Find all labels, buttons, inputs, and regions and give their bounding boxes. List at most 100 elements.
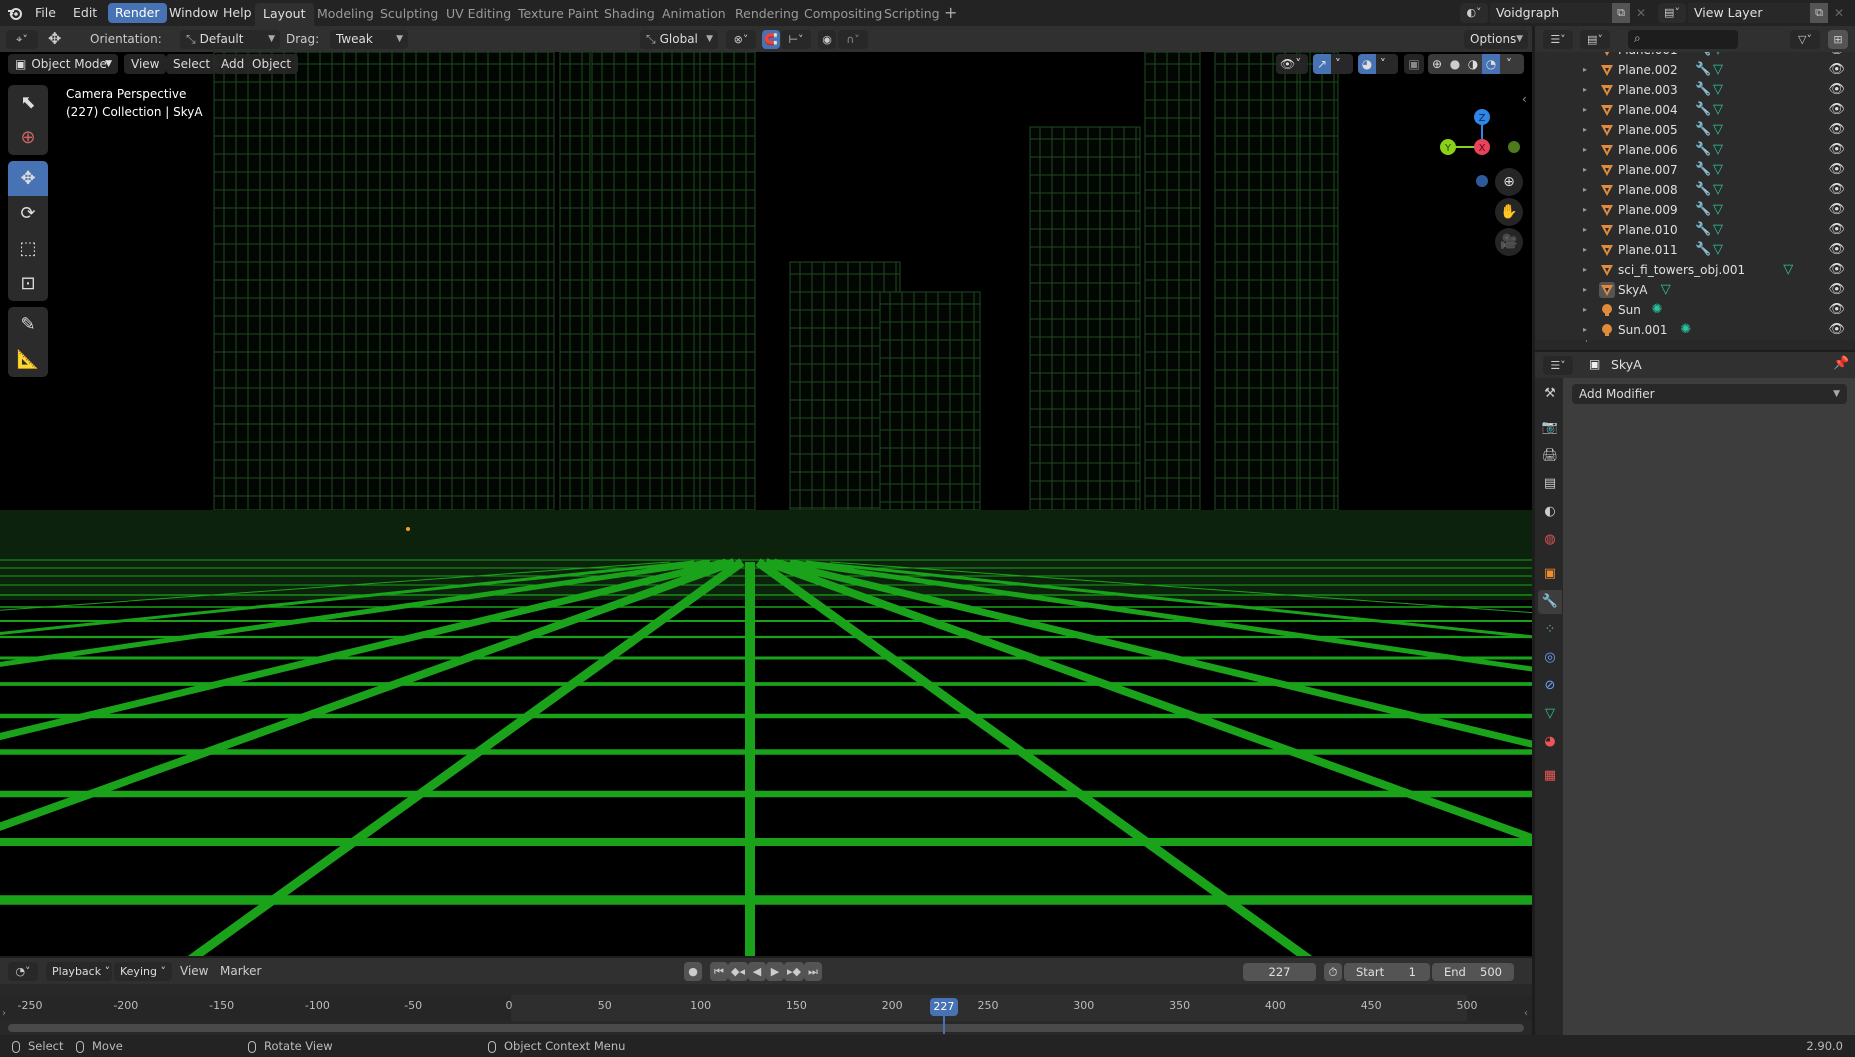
add-modifier-dropdown[interactable]: Add Modifier ▼ [1572, 384, 1847, 404]
new-collection-icon[interactable]: ⊞ [1828, 30, 1848, 49]
mesh-data-icon[interactable]: ▽ [1713, 160, 1723, 180]
snap-toggle-icon[interactable]: 🧲 [762, 30, 780, 49]
menu-render[interactable]: Render [108, 3, 167, 23]
menu-file[interactable]: File [28, 3, 63, 23]
playhead-frame-badge[interactable]: 227 [929, 998, 958, 1016]
visibility-eye-icon[interactable]: 👁 [1828, 100, 1845, 120]
visibility-eye-icon[interactable]: 👁 [1828, 240, 1845, 260]
visibility-eye-icon[interactable]: 👁 [1828, 260, 1845, 280]
outliner-item-name[interactable]: Plane.011 [1618, 240, 1678, 260]
outliner-row[interactable]: ▸ Plane.007 🔧 ▽ 👁 [1535, 160, 1855, 180]
tab-uv-editing[interactable]: UV Editing [438, 3, 519, 26]
editor-type-clock-icon[interactable]: ◔˅ [8, 962, 38, 981]
view-layer-field[interactable]: View Layer [1688, 3, 1816, 23]
expand-arrow-icon[interactable]: ▸ [1583, 220, 1587, 240]
outliner-row[interactable]: ▸ Plane.002 🔧 ▽ 👁 [1535, 60, 1855, 80]
tab-texture-icon[interactable]: ▦ [1538, 764, 1562, 788]
outliner-item-name[interactable]: Plane.008 [1618, 180, 1678, 200]
mesh-object-icon[interactable] [1599, 82, 1615, 98]
mesh-object-icon[interactable] [1599, 282, 1615, 298]
tab-view-layer-icon[interactable]: ▤ [1538, 472, 1562, 496]
modifier-wrench-icon[interactable]: 🔧 [1695, 52, 1711, 60]
sun-light-data-icon[interactable]: ✺ [1680, 320, 1691, 340]
editor-type-dropdown[interactable]: ☰˅ [1543, 356, 1573, 375]
outliner-item-name[interactable]: Plane.003 [1618, 80, 1678, 100]
visibility-eye-icon[interactable]: 👁 [1828, 300, 1845, 320]
outliner-item-name[interactable]: SkyA [1618, 280, 1647, 300]
outliner-item-name[interactable]: Plane.001 [1618, 52, 1678, 60]
playback-menu[interactable]: Playback ˅ [46, 962, 112, 981]
annotate-tool[interactable]: ✎ [8, 307, 48, 342]
outliner-row[interactable]: ▸ Plane.004 🔧 ▽ 👁 [1535, 100, 1855, 120]
modifier-wrench-icon[interactable]: 🔧 [1695, 100, 1711, 120]
measure-tool[interactable]: 📐 [8, 342, 48, 377]
drag-dropdown[interactable]: Tweak ▼ [330, 30, 408, 49]
tab-texture-paint[interactable]: Texture Paint [510, 3, 607, 26]
outliner-item-name[interactable]: Sun.001 [1618, 320, 1668, 340]
mesh-object-icon[interactable] [1599, 62, 1615, 78]
expand-arrow-icon[interactable]: ▸ [1583, 120, 1587, 140]
display-mode-dropdown[interactable]: ☰˅ [1543, 30, 1573, 49]
expand-arrow-icon[interactable]: ▸ [1583, 260, 1587, 280]
tab-shading[interactable]: Shading [596, 3, 663, 26]
outliner-item-name[interactable]: Plane.005 [1618, 120, 1678, 140]
close-view-layer-icon[interactable]: ✕ [1830, 3, 1848, 23]
mesh-object-icon[interactable] [1599, 122, 1615, 138]
falloff-dropdown[interactable]: ∩˅ [838, 30, 868, 49]
visibility-eye-icon[interactable]: 👁 [1828, 320, 1845, 340]
outliner-row[interactable]: ▸ Plane.009 🔧 ▽ 👁 [1535, 200, 1855, 220]
outliner-row[interactable]: ▸ Plane.003 🔧 ▽ 👁 [1535, 80, 1855, 100]
tab-object-icon[interactable]: ▣ [1538, 562, 1562, 586]
tab-tool-icon[interactable]: ⚒ [1538, 382, 1562, 406]
start-frame-field[interactable]: Start 1 [1344, 963, 1430, 981]
area-divider[interactable] [1532, 958, 1535, 1035]
outliner-item-name[interactable]: Plane.009 [1618, 200, 1678, 220]
mesh-data-icon[interactable]: ▽ [1713, 60, 1723, 80]
outliner-row[interactable]: ▸ Plane.006 🔧 ▽ 👁 [1535, 140, 1855, 160]
mesh-data-icon[interactable]: ▽ [1783, 260, 1793, 280]
visibility-eye-icon[interactable]: 👁 [1828, 80, 1845, 100]
visibility-eye-icon[interactable]: 👁 [1828, 220, 1845, 240]
mesh-object-icon[interactable] [1599, 182, 1615, 198]
next-keyframe-icon[interactable]: ▸◆ [784, 962, 804, 981]
scale-tool[interactable]: ⬚ [8, 231, 48, 266]
modifier-wrench-icon[interactable]: 🔧 [1695, 60, 1711, 80]
mesh-data-icon[interactable]: ▽ [1713, 200, 1723, 220]
visibility-selectability-dropdown[interactable]: 👁˅ [1276, 54, 1308, 74]
cursor-tool[interactable]: ⊕ [8, 120, 48, 155]
outliner-row[interactable]: ▸ Plane.001 🔧▽ 👁 [1535, 52, 1855, 60]
outliner-search-input[interactable]: ⌕ [1628, 30, 1738, 49]
scene-name-field[interactable]: Voidgraph [1490, 3, 1618, 23]
outliner-item-name[interactable]: Sun [1618, 300, 1641, 320]
outliner-item-name[interactable]: Plane.004 [1618, 100, 1678, 120]
expand-arrow-icon[interactable]: ▸ [1583, 300, 1587, 320]
expand-arrow-icon[interactable]: ▸ [1583, 160, 1587, 180]
chevron-down-icon[interactable]: ˅ [1500, 54, 1518, 74]
expand-left-chevron-icon[interactable]: › [2, 1008, 6, 1019]
light-object-icon[interactable] [1599, 322, 1615, 338]
filter-dropdown[interactable]: ▽˅ [1790, 30, 1820, 49]
modifier-wrench-icon[interactable]: 🔧 [1695, 220, 1711, 240]
outliner-row[interactable]: ▸ Sun ✺ 👁 [1535, 300, 1855, 320]
outliner-item-name[interactable]: Plane.006 [1618, 140, 1678, 160]
keying-menu[interactable]: Keying ˅ [114, 962, 172, 981]
modifier-wrench-icon[interactable]: 🔧 [1695, 80, 1711, 100]
view-layer-icon[interactable]: ▤˅ [1658, 3, 1686, 23]
outliner-item-name[interactable]: Plane.002 [1618, 60, 1678, 80]
outliner-row[interactable]: ▸ SkyA ▽ 👁 [1535, 280, 1855, 300]
expand-arrow-icon[interactable]: ▸ [1583, 280, 1587, 300]
select-box-tool[interactable]: ⬉ [8, 85, 48, 120]
tab-physics-icon[interactable]: ◎ [1538, 646, 1562, 670]
mesh-data-icon[interactable]: ▽ [1713, 140, 1723, 160]
outliner-row[interactable]: ▸ Plane.011 🔧 ▽ 👁 [1535, 240, 1855, 260]
tab-modifiers-icon[interactable]: 🔧 [1538, 590, 1562, 614]
gizmo-toggle[interactable]: ↗ ˅ [1313, 54, 1353, 74]
close-scene-icon[interactable]: ✕ [1632, 3, 1650, 23]
options-dropdown[interactable]: Options ▼ [1464, 30, 1528, 49]
rendered-shading-icon[interactable]: ◔ [1482, 54, 1500, 74]
wireframe-shading-icon[interactable]: ⊕ [1428, 54, 1446, 74]
modifier-wrench-icon[interactable]: 🔧 [1695, 160, 1711, 180]
modifier-wrench-icon[interactable]: 🔧 [1695, 120, 1711, 140]
menu-object[interactable]: Object [245, 54, 299, 74]
orientation-dropdown[interactable]: ⤡ Default ▼ [180, 30, 280, 49]
